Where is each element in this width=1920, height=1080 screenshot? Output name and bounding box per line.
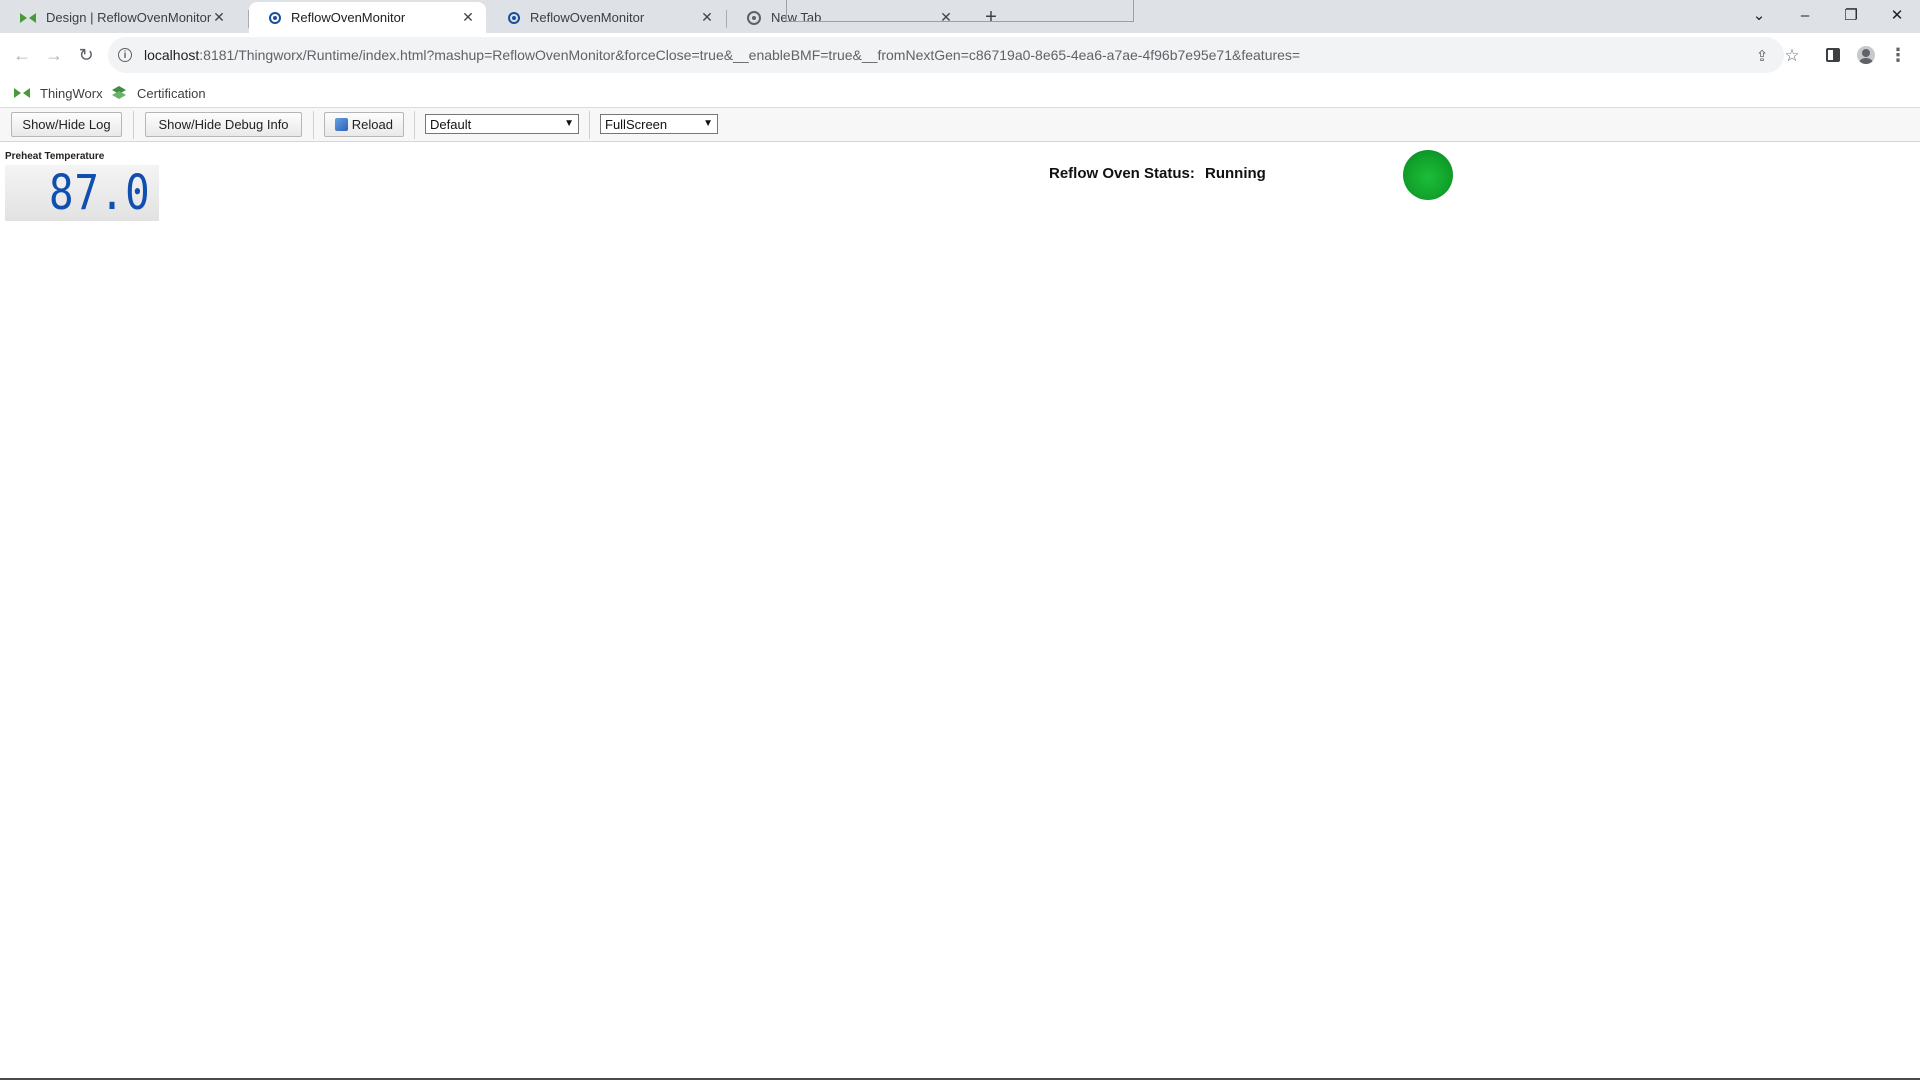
side-panel-icon[interactable] <box>1822 44 1844 66</box>
view-mode-select[interactable]: FullScreen ▼ <box>600 114 718 134</box>
address-bar[interactable]: i localhost:8181/Thingworx/Runtime/index… <box>108 37 1800 73</box>
chevron-down-icon: ▼ <box>564 118 574 129</box>
preheat-temperature-label: Preheat Temperature <box>5 151 105 162</box>
new-tab-plus-icon[interactable]: + <box>978 6 1004 28</box>
chrome-icon <box>747 10 761 25</box>
toolbar-separator <box>589 111 590 139</box>
profile-avatar-icon[interactable] <box>1855 44 1877 66</box>
reload-icon <box>335 118 348 131</box>
bookmark-certification[interactable]: Certification <box>111 83 206 103</box>
tab-design-reflowovenmonitor[interactable]: Design | ReflowOvenMonitor ✕ <box>0 2 237 33</box>
toolbar-separator <box>133 111 134 139</box>
gear-icon <box>508 11 520 24</box>
tab-reflowovenmonitor[interactable]: ReflowOvenMonitor ✕ <box>488 2 725 33</box>
reload-button[interactable]: Reload <box>324 112 404 137</box>
reload-page-icon[interactable]: ↻ <box>72 41 100 69</box>
tab-drag-outline <box>786 0 1134 22</box>
toolbar-separator <box>313 111 314 139</box>
show-hide-log-button[interactable]: Show/Hide Log <box>11 112 122 137</box>
mashup-runtime-toolbar: Show/Hide Log Show/Hide Debug Info Reloa… <box>0 108 1920 142</box>
thingworx-icon <box>20 10 36 26</box>
window-close-icon[interactable]: ✕ <box>1874 0 1920 30</box>
browser-toolbar: ← → ↻ i localhost:8181/Thingworx/Runtime… <box>0 33 1920 77</box>
close-icon[interactable]: ✕ <box>460 9 476 26</box>
kebab-menu-icon[interactable]: ⋮ <box>1887 44 1909 66</box>
chevron-down-icon: ▼ <box>703 118 713 129</box>
share-icon[interactable]: ⇪ <box>1752 46 1772 66</box>
tab-reflowovenmonitor-active[interactable]: ReflowOvenMonitor ✕ <box>249 2 486 33</box>
bookmark-label: Certification <box>137 85 206 101</box>
reload-label: Reload <box>351 117 393 132</box>
tab-title: ReflowOvenMonitor <box>530 10 645 25</box>
bookmark-thingworx[interactable]: ThingWorx <box>14 83 103 103</box>
preheat-temperature-gauge: 87.0 <box>5 165 159 221</box>
status-led-indicator <box>1403 150 1453 200</box>
gear-icon <box>269 11 281 24</box>
info-icon[interactable]: i <box>118 48 132 62</box>
toolbar-separator <box>414 111 415 139</box>
theme-select-value: Default <box>430 116 472 132</box>
bookmark-label: ThingWorx <box>40 85 103 101</box>
forward-arrow-icon[interactable]: → <box>40 41 68 69</box>
back-arrow-icon[interactable]: ← <box>8 41 36 69</box>
status-label: Reflow Oven Status: <box>1049 165 1195 182</box>
tab-title: Design | ReflowOvenMonitor <box>46 10 211 25</box>
status-value: Running <box>1205 165 1266 182</box>
gauge-value: 87.0 <box>49 165 151 221</box>
tab-strip: Design | ReflowOvenMonitor ✕ ReflowOvenM… <box>0 0 1920 33</box>
view-select-value: FullScreen <box>605 116 668 132</box>
certification-icon <box>111 85 127 101</box>
tab-search-chevron-icon[interactable]: ⌄ <box>1736 0 1782 30</box>
show-hide-debug-button[interactable]: Show/Hide Debug Info <box>145 112 302 137</box>
minimize-icon[interactable]: – <box>1782 0 1828 30</box>
url-text: localhost:8181/Thingworx/Runtime/index.h… <box>144 47 1301 63</box>
bookmark-star-icon[interactable]: ☆ <box>1782 46 1802 66</box>
thingworx-icon <box>14 88 30 98</box>
bookmarks-bar: ThingWorx Certification <box>0 77 1920 108</box>
theme-select[interactable]: Default ▼ <box>425 114 579 134</box>
close-icon[interactable]: ✕ <box>211 9 227 26</box>
tab-title: ReflowOvenMonitor <box>291 10 406 25</box>
close-icon[interactable]: ✕ <box>699 9 715 26</box>
restore-icon[interactable]: ❐ <box>1828 0 1874 30</box>
